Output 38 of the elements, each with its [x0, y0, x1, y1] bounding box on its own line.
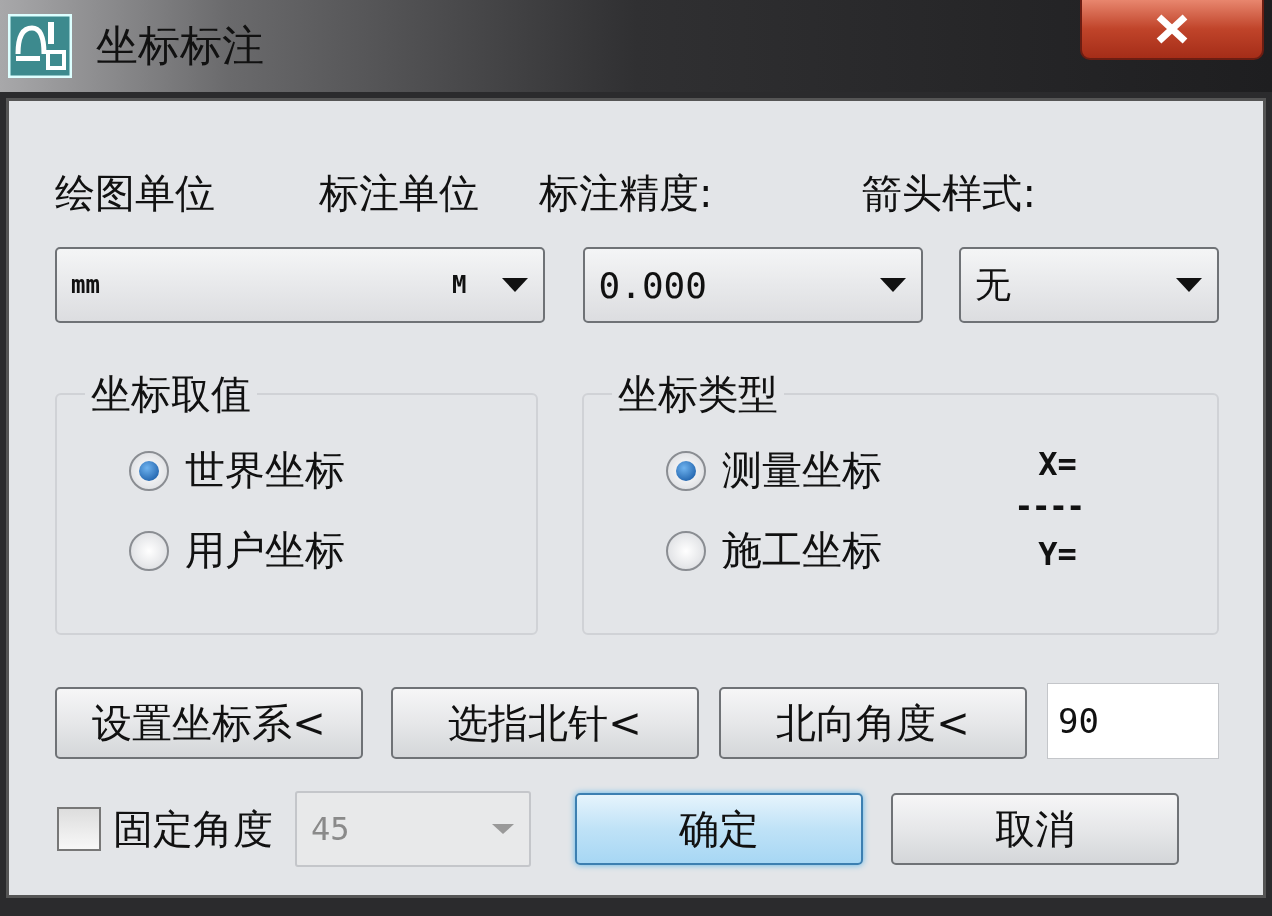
radio-button[interactable]	[666, 450, 707, 491]
close-button[interactable]	[1080, 0, 1264, 60]
annotation-unit-value: M	[452, 271, 467, 299]
angle-value: 45	[311, 810, 350, 848]
arrow-style-label: 箭头样式:	[862, 169, 1036, 218]
precision-label: 标注精度:	[539, 169, 713, 218]
radio-label: 施工坐标	[722, 526, 883, 575]
arrow-style-dropdown[interactable]: 无	[959, 247, 1219, 323]
command-button[interactable]: 设置坐标系<	[55, 687, 363, 759]
caret-icon	[879, 277, 908, 293]
window-title: 坐标标注	[96, 20, 264, 72]
radio-label: 用户坐标	[185, 526, 345, 575]
drawing-unit-label: 绘图单位	[55, 169, 215, 218]
command-button[interactable]: 选指北针<	[391, 687, 699, 759]
radio-button[interactable]	[129, 450, 169, 491]
fixed-angle-label: 固定角度	[113, 804, 273, 854]
radio-button[interactable]	[129, 530, 169, 571]
caret-icon	[1175, 277, 1203, 293]
x-label: X=	[1038, 445, 1077, 483]
unit-dropdown[interactable]: mm M	[55, 247, 545, 323]
dialog-button[interactable]: 确定	[575, 793, 863, 865]
caret-icon	[491, 823, 515, 835]
radio-label: 测量坐标	[722, 446, 883, 495]
y-label: Y=	[1038, 535, 1077, 573]
precision-value: 0.000	[598, 264, 707, 306]
precision-dropdown[interactable]: 0.000	[582, 247, 924, 323]
arrow-style-value: 无	[975, 262, 1012, 307]
radio-label: 世界坐标	[185, 446, 345, 495]
radio-button[interactable]	[666, 530, 707, 571]
drawing-unit-value: mm	[71, 271, 100, 299]
caret-icon	[500, 277, 529, 293]
app-icon	[8, 14, 72, 78]
dialog-button[interactable]: 取消	[891, 793, 1179, 865]
annotation-unit-label: 标注单位	[319, 169, 479, 218]
north-angle-field[interactable]: 90	[1047, 683, 1219, 759]
close-icon	[1155, 14, 1189, 44]
command-button[interactable]: 北向角度<	[719, 687, 1027, 759]
preview-divider: ----	[1014, 487, 1084, 525]
